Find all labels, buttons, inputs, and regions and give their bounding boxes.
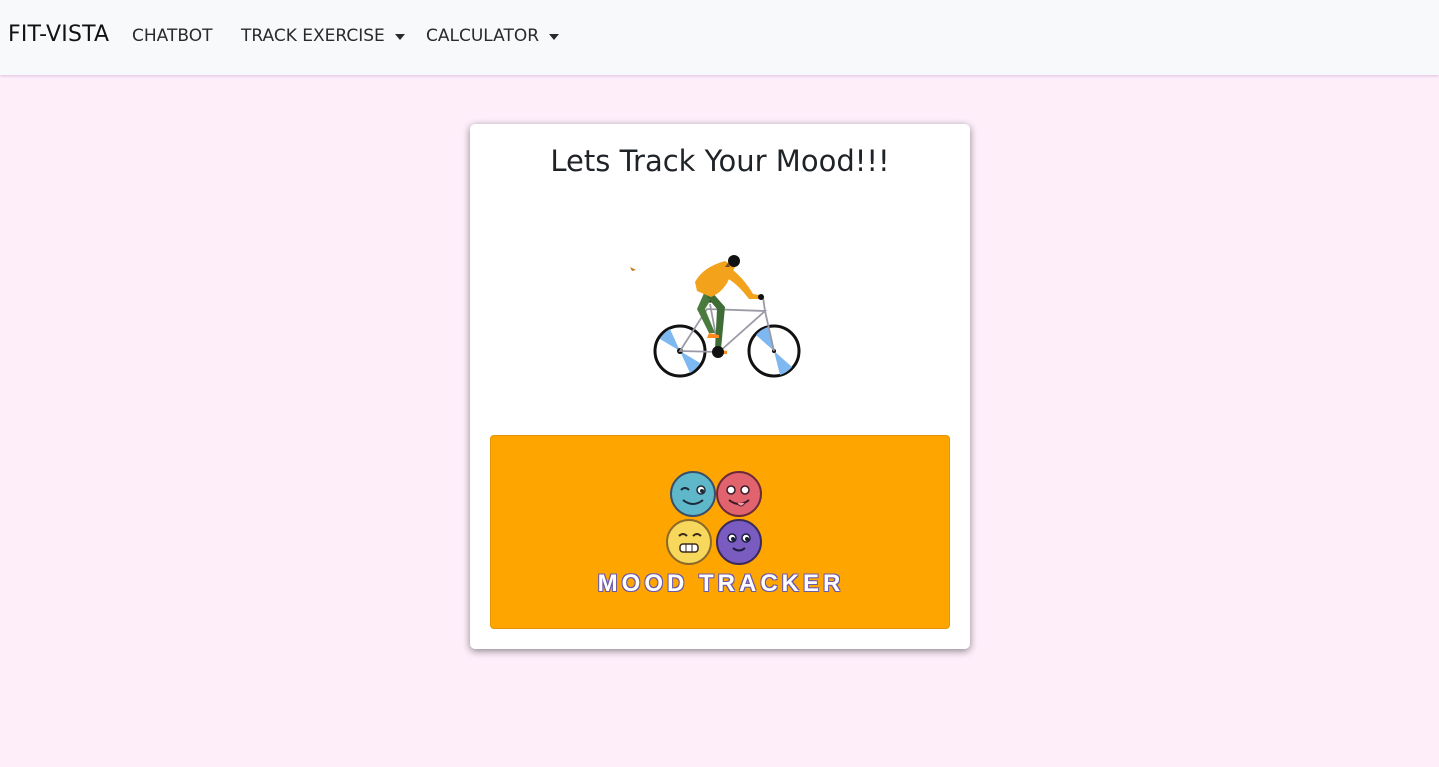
mood-tracker-button[interactable]: MOOD TRACKER bbox=[490, 435, 950, 629]
cyclist-illustration bbox=[630, 255, 801, 378]
card-title: Lets Track Your Mood!!! bbox=[550, 144, 890, 178]
caret-down-icon bbox=[549, 34, 560, 40]
nav-item-calculator[interactable]: CALCULATOR bbox=[426, 26, 560, 46]
mood-faces-icon bbox=[666, 471, 762, 565]
nav-item-chatbot[interactable]: CHATBOT bbox=[132, 26, 212, 46]
top-navbar: FIT-VISTA CHATBOT TRACK EXERCISE CALCULA… bbox=[0, 0, 1439, 75]
brand-link[interactable]: FIT-VISTA bbox=[8, 22, 109, 47]
caret-down-icon bbox=[394, 34, 405, 40]
mood-tracker-label: MOOD TRACKER bbox=[597, 570, 845, 597]
nav-item-track-exercise[interactable]: TRACK EXERCISE bbox=[241, 26, 405, 46]
nav-item-label: CHATBOT bbox=[132, 26, 213, 46]
nav-item-label: TRACK EXERCISE bbox=[241, 26, 385, 46]
nav-item-label: CALCULATOR bbox=[426, 26, 540, 46]
mood-card: Lets Track Your Mood!!! MOOD TRACKER bbox=[470, 124, 970, 649]
